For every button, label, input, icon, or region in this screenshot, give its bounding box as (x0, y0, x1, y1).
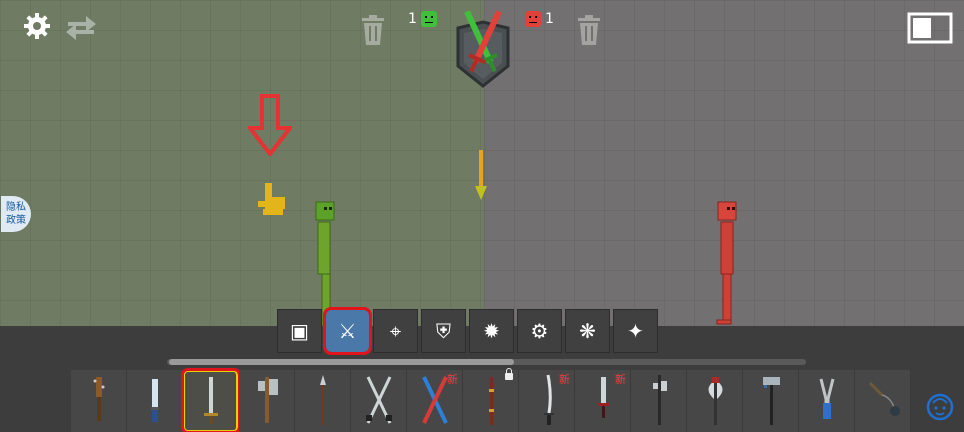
spiked-club-icon (80, 371, 118, 431)
privacy-label-line1: 隐私 (6, 202, 26, 213)
item-scrollbar-thumb[interactable] (169, 359, 514, 365)
axe-icon (248, 371, 286, 431)
red-count-value: 1 (545, 11, 554, 27)
armor-icon: ⛨ (436, 319, 451, 343)
down-arrow-icon (245, 94, 295, 158)
window-toggle-icon[interactable] (907, 12, 953, 44)
item-staff[interactable] (463, 368, 519, 432)
spear-icon (304, 371, 342, 431)
item-sword[interactable] (181, 368, 241, 432)
staff-icon (472, 371, 510, 431)
item-halberd[interactable] (631, 370, 687, 432)
flail-icon (864, 371, 902, 431)
lock-icon (505, 368, 513, 380)
tap-hand-icon (255, 181, 287, 219)
green-count-value: 1 (408, 11, 417, 27)
wand-icon: ✦ (627, 319, 644, 343)
category-magic-button[interactable]: ✦ (613, 309, 658, 353)
green-ragdoll[interactable] (313, 200, 337, 327)
war-hammer-icon (752, 371, 790, 431)
item-axe[interactable] (239, 370, 295, 432)
category-animals-button[interactable]: ❋ (565, 309, 610, 353)
new-badge: 新 (447, 373, 458, 386)
privacy-policy-button[interactable]: 隐私 政策 (1, 196, 31, 232)
bomb-icon: ✹ (483, 319, 500, 343)
sword-icon: ⚔ (338, 319, 357, 343)
machine-icon: ⚙ (530, 319, 549, 343)
category-machines-button[interactable]: ⚙ (517, 309, 562, 353)
green-melon-face-icon (420, 11, 437, 27)
crosshair-icon: ⌖ (389, 319, 402, 343)
item-katana[interactable]: 新 (519, 370, 575, 432)
assistant-face-icon[interactable] (925, 392, 955, 422)
item-battle-axe[interactable] (687, 370, 743, 432)
gear-icon[interactable] (22, 11, 52, 41)
item-list: 新新新 (71, 368, 911, 432)
halberd-icon (640, 371, 678, 431)
category-weapons-button[interactable]: ⚔ (323, 307, 372, 355)
item-flail[interactable] (855, 370, 911, 432)
category-vehicles-button[interactable]: ▣ (277, 309, 322, 353)
red-ragdoll[interactable] (714, 200, 740, 326)
category-armor-button[interactable]: ⛨ (421, 309, 466, 353)
item-twin-swords[interactable] (351, 370, 407, 432)
item-spear[interactable] (295, 370, 351, 432)
green-team-count: 1 (408, 11, 437, 27)
new-badge: 新 (559, 373, 570, 386)
item-spiked-club[interactable] (71, 370, 127, 432)
sword-icon (192, 371, 230, 431)
green-team-zone[interactable] (0, 0, 484, 326)
crossed-swords-crest[interactable] (452, 6, 514, 90)
item-dagger[interactable]: 新 (575, 370, 631, 432)
item-pliers[interactable] (799, 370, 855, 432)
knife-icon (136, 371, 174, 431)
category-firearms-button[interactable]: ⌖ (373, 309, 418, 353)
trash-icon[interactable] (578, 15, 600, 45)
category-bar: ▣ ⚔ ⌖ ⛨ ✹ ⚙ ❋ ✦ (277, 307, 658, 355)
item-crossed-blades[interactable]: 新 (407, 370, 463, 432)
trash-icon[interactable] (362, 15, 384, 45)
item-knife[interactable] (127, 370, 183, 432)
new-badge: 新 (615, 373, 626, 386)
spawn-arrow-icon (475, 150, 487, 202)
battle-axe-icon (696, 371, 734, 431)
item-war-hammer[interactable] (743, 370, 799, 432)
vehicle-icon: ▣ (290, 319, 309, 343)
privacy-label-line2: 政策 (6, 215, 26, 226)
red-team-count: 1 (525, 11, 554, 27)
twin-swords-icon (360, 371, 398, 431)
swap-icon[interactable] (64, 12, 98, 44)
pliers-icon (808, 371, 846, 431)
category-explosives-button[interactable]: ✹ (469, 309, 514, 353)
paw-icon: ❋ (579, 319, 596, 343)
red-melon-face-icon (525, 11, 541, 27)
